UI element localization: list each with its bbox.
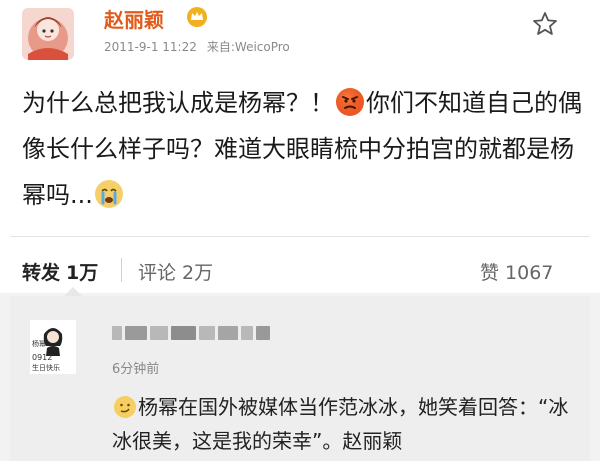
post-text-part1: 为什么总把我认成是杨幂？！ — [22, 89, 334, 117]
angry-face-icon — [335, 86, 365, 116]
action-bar: 转发 1万 评论 2万 赞 1067 — [0, 252, 600, 288]
username[interactable]: 赵丽颖 — [104, 4, 164, 33]
commenter-avatar[interactable]: 杨幂 0912 生日快乐 — [30, 320, 76, 374]
avatar-text-3: 生日快乐 — [32, 363, 60, 372]
weibo-post-card: 赵丽颖 2011-9-1 11:22 来自:WeicoPro 为什么总把我认成是杨… — [0, 0, 600, 293]
comment-button[interactable]: 评论 2万 — [138, 258, 213, 285]
like-count: 1067 — [505, 262, 554, 284]
repost-label: 转发 — [22, 262, 61, 284]
action-divider — [121, 258, 122, 282]
comment-text: 杨幂在国外被媒体当作范冰冰，她笑着回答：“冰冰很美，这是我的荣幸”。赵丽颖 — [112, 395, 569, 453]
avatar-text-1: 杨幂 — [32, 339, 46, 348]
avatar-text-2: 0912 — [32, 353, 52, 362]
post-content: 为什么总把我认成是杨幂？！ 你们不知道自己的偶像长什么样子吗？难道大眼睛梳中分拍… — [22, 80, 582, 218]
comment-pointer — [64, 287, 82, 296]
repost-count: 1万 — [66, 262, 99, 284]
comment-count: 2万 — [182, 262, 214, 284]
favorite-star-icon[interactable] — [531, 10, 559, 38]
divider — [10, 236, 590, 237]
comment-time: 6分钟前 — [112, 362, 160, 377]
smirk-face-icon — [113, 395, 137, 419]
comment-label: 评论 — [138, 262, 177, 284]
source-prefix: 来自: — [206, 40, 235, 54]
commenter-name-pixelated[interactable] — [112, 322, 271, 344]
like-label: 赞 — [480, 262, 500, 284]
like-button[interactable]: 赞 1067 — [480, 258, 553, 285]
user-avatar[interactable] — [22, 8, 74, 60]
post-meta: 2011-9-1 11:22 来自:WeicoPro — [104, 38, 290, 55]
post-source[interactable]: WeicoPro — [235, 40, 290, 54]
post-timestamp: 2011-9-1 11:22 — [104, 40, 197, 54]
crying-face-icon — [94, 178, 124, 208]
vip-crown-badge-icon — [186, 6, 208, 28]
comment-text-block: 杨幂在国外被媒体当作范冰冰，她笑着回答：“冰冰很美，这是我的荣幸”。赵丽颖 — [112, 390, 582, 458]
repost-button[interactable]: 转发 1万 — [22, 258, 98, 285]
